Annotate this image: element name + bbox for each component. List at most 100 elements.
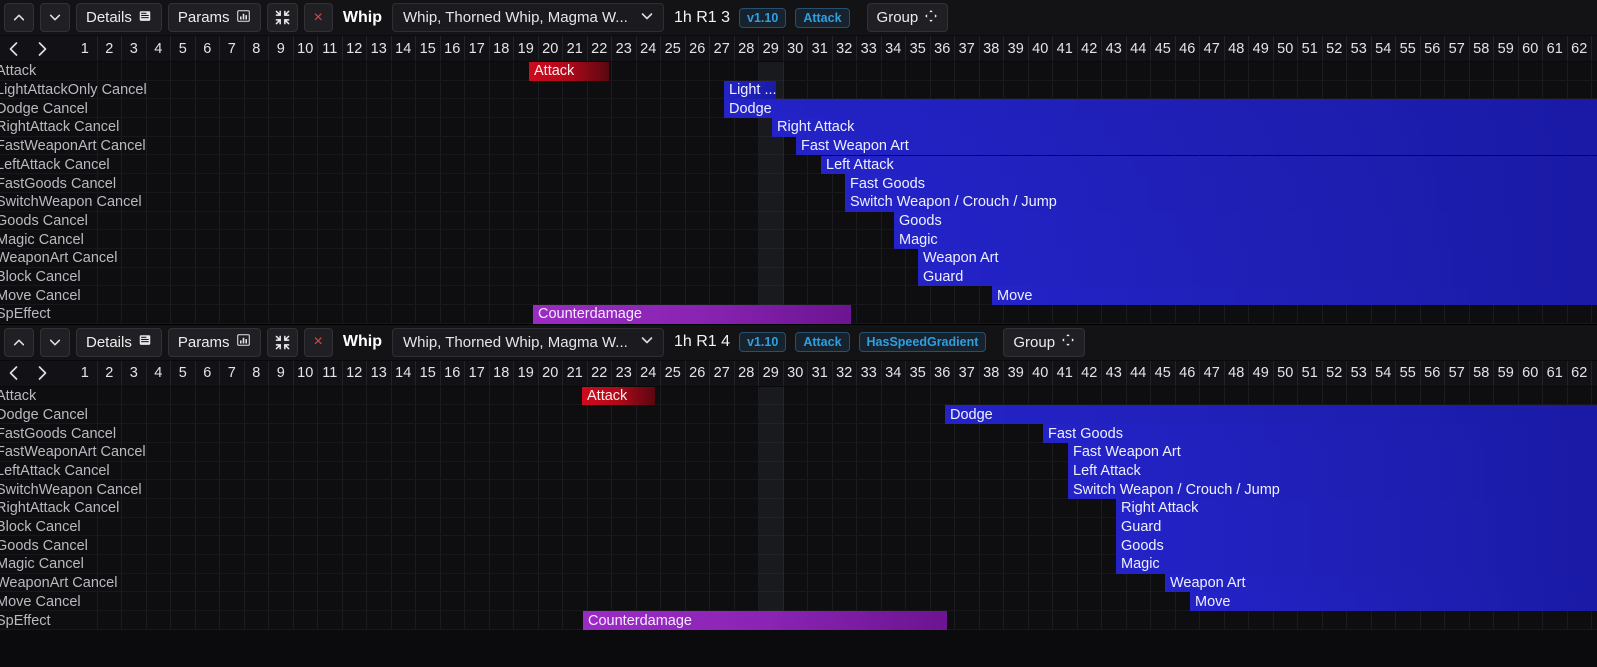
ruler-tick[interactable]: 17	[465, 360, 490, 386]
ruler-tick[interactable]: 51	[1298, 360, 1323, 386]
ruler-tick[interactable]: 10	[294, 36, 318, 61]
ruler-tick[interactable]: 53	[1347, 360, 1372, 386]
move-down-button[interactable]	[40, 3, 70, 32]
ruler-tick[interactable]: 37	[955, 36, 980, 61]
ruler-tick[interactable]: 3	[122, 360, 147, 386]
ruler-tick[interactable]: 53	[1347, 36, 1372, 61]
ruler-tick[interactable]: 52	[1323, 360, 1347, 386]
ruler-tick[interactable]: 7	[220, 36, 245, 61]
ruler-tick[interactable]: 56	[1421, 360, 1445, 386]
timeline-bar[interactable]: Switch Weapon / Crouch / Jump	[1068, 480, 1597, 499]
ruler-tick[interactable]: 14	[392, 36, 416, 61]
badge-1[interactable]: v1.10	[739, 7, 787, 28]
ruler-tick[interactable]: 43	[1102, 360, 1127, 386]
params-button[interactable]: Params	[167, 3, 261, 32]
badge-2[interactable]: Attack	[795, 332, 850, 353]
ruler-tick[interactable]: 24	[637, 360, 661, 386]
collapse-button[interactable]	[266, 327, 298, 357]
ruler-tick[interactable]: 39	[1004, 36, 1029, 61]
badge-1[interactable]: v1.10	[739, 332, 787, 353]
timeline-bar[interactable]: Dodge	[945, 405, 1597, 425]
ruler-tick[interactable]: 27	[710, 360, 735, 386]
timeline-bar[interactable]: Counterdamage	[533, 305, 851, 324]
ruler-tick[interactable]: 36	[931, 36, 955, 61]
ruler-tick[interactable]: 19	[514, 36, 539, 61]
ruler-tick[interactable]: 62	[1568, 36, 1592, 61]
ruler-tick[interactable]: 45	[1151, 360, 1176, 386]
ruler-tick[interactable]: 56	[1421, 36, 1445, 61]
ruler-tick[interactable]: 2	[98, 360, 122, 386]
ruler-tick[interactable]: 46	[1176, 36, 1200, 61]
ruler-tick[interactable]: 12	[343, 36, 367, 61]
ruler-next-button[interactable]	[28, 36, 56, 61]
ruler-tick[interactable]: 57	[1445, 36, 1470, 61]
close-button[interactable]: ×	[303, 3, 333, 32]
timeline-bar[interactable]: Attack	[529, 62, 609, 81]
ruler-tick[interactable]: 58	[1470, 36, 1494, 61]
timeline-bar[interactable]: Fast Goods	[845, 174, 1597, 193]
ruler-tick[interactable]: 61	[1543, 360, 1568, 386]
move-up-button[interactable]	[4, 327, 34, 357]
weapon-select[interactable]: Whip, Thorned Whip, Magma W...	[391, 327, 664, 357]
ruler-tick[interactable]: 61	[1543, 36, 1568, 61]
ruler-tick[interactable]: 48	[1225, 360, 1249, 386]
ruler-tick[interactable]: 37	[955, 360, 980, 386]
ruler-tick[interactable]: 25	[661, 360, 686, 386]
ruler-tick[interactable]: 28	[735, 36, 759, 61]
ruler-tick[interactable]: 38	[980, 360, 1004, 386]
ruler-tick[interactable]: 8	[245, 36, 269, 61]
ruler-tick[interactable]: 23	[612, 360, 637, 386]
ruler-tick[interactable]: 34	[882, 36, 906, 61]
badge-3[interactable]: HasSpeedGradient	[858, 332, 987, 353]
ruler-tick[interactable]: 6	[196, 36, 220, 61]
ruler-tick[interactable]: 9	[269, 36, 294, 61]
ruler-tick[interactable]: 24	[637, 36, 661, 61]
ruler-tick[interactable]: 36	[931, 360, 955, 386]
close-button[interactable]: ×	[303, 327, 333, 357]
ruler-tick[interactable]: 50	[1274, 360, 1298, 386]
ruler-tick[interactable]: 60	[1519, 360, 1543, 386]
ruler-tick[interactable]: 21	[563, 360, 588, 386]
ruler-tick[interactable]: 27	[710, 36, 735, 61]
timeline-bar[interactable]: Dodge	[724, 99, 1597, 119]
ruler-tick[interactable]: 6	[196, 360, 220, 386]
ruler-tick[interactable]: 5	[171, 360, 196, 386]
ruler-tick[interactable]: 50	[1274, 36, 1298, 61]
ruler-tick[interactable]: 45	[1151, 36, 1176, 61]
ruler-tick[interactable]: 39	[1004, 360, 1029, 386]
ruler-tick[interactable]: 47	[1200, 36, 1225, 61]
timeline-bar[interactable]: Magic	[894, 230, 1597, 249]
ruler-tick[interactable]: 55	[1396, 360, 1421, 386]
ruler-tick[interactable]: 47	[1200, 360, 1225, 386]
ruler-tick[interactable]: 48	[1225, 36, 1249, 61]
ruler-tick[interactable]: 29	[759, 36, 784, 61]
ruler-tick[interactable]: 2	[98, 36, 122, 61]
details-button[interactable]: Details	[76, 327, 162, 357]
ruler-tick[interactable]: 26	[686, 36, 710, 61]
ruler-tick[interactable]: 18	[490, 360, 514, 386]
ruler-tick[interactable]: 55	[1396, 36, 1421, 61]
badge-2[interactable]: Attack	[795, 7, 850, 28]
ruler-next-button[interactable]	[28, 361, 56, 386]
ruler-tick[interactable]: 9	[269, 360, 294, 386]
ruler-tick[interactable]: 23	[612, 36, 637, 61]
ruler-tick[interactable]: 20	[539, 360, 563, 386]
ruler-tick[interactable]: 46	[1176, 360, 1200, 386]
timeline-bar[interactable]: Move	[992, 286, 1597, 306]
ruler-tick[interactable]: 14	[392, 360, 416, 386]
ruler-tick[interactable]: 7	[220, 360, 245, 386]
ruler-tick[interactable]: 1	[73, 360, 98, 386]
ruler-tick[interactable]: 5	[171, 36, 196, 61]
ruler-tick[interactable]: 26	[686, 360, 710, 386]
ruler-tick[interactable]: 4	[147, 360, 171, 386]
ruler-tick[interactable]: 4	[147, 36, 171, 61]
ruler-tick[interactable]: 40	[1029, 36, 1053, 61]
ruler-tick[interactable]: 15	[416, 36, 441, 61]
params-button[interactable]: Params	[167, 327, 261, 357]
group-button[interactable]: Group	[866, 3, 949, 32]
timeline-bar[interactable]: Magic	[1116, 555, 1597, 574]
ruler-tick[interactable]: 54	[1372, 360, 1396, 386]
ruler-tick[interactable]: 41	[1053, 360, 1078, 386]
move-down-button[interactable]	[40, 327, 70, 357]
timeline-bar[interactable]: Light ...	[724, 80, 776, 100]
